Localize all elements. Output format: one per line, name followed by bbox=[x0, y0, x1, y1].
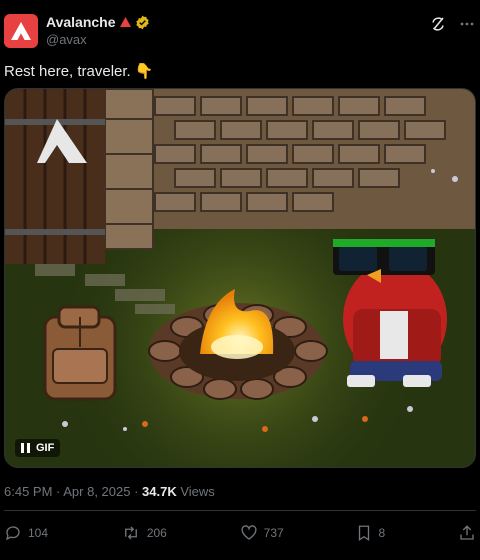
reply-icon bbox=[5, 526, 20, 541]
tweet-actions: 104 206 737 8 bbox=[4, 520, 476, 546]
reply-count: 104 bbox=[28, 526, 49, 540]
reply-button[interactable]: 104 bbox=[4, 524, 48, 542]
share-icon bbox=[460, 525, 474, 540]
author-handle[interactable]: @avax bbox=[46, 32, 87, 47]
gif-controls[interactable]: GIF bbox=[15, 439, 61, 457]
verified-badge-icon bbox=[135, 15, 149, 29]
like-count: 737 bbox=[263, 526, 284, 540]
avalanche-logo-icon bbox=[11, 22, 31, 40]
bookmark-count: 8 bbox=[378, 526, 386, 540]
tweet-media-gif[interactable]: GIF bbox=[4, 88, 476, 468]
like-button[interactable]: 737 bbox=[240, 524, 284, 542]
views-label: Views bbox=[176, 484, 215, 499]
view-count: 34.7K bbox=[142, 484, 177, 499]
tweet-text: Rest here, traveler. 👇 bbox=[4, 63, 154, 80]
tweet-header: Avalanche @avax bbox=[4, 12, 476, 52]
grok-icon[interactable] bbox=[430, 16, 446, 32]
share-button[interactable] bbox=[458, 524, 476, 542]
backpack bbox=[43, 305, 117, 401]
repost-button[interactable]: 206 bbox=[121, 524, 167, 542]
repost-icon bbox=[124, 526, 137, 540]
repost-count: 206 bbox=[146, 526, 167, 540]
pause-icon[interactable] bbox=[21, 443, 30, 453]
tweet-timestamp[interactable]: 6:45 PM · Apr 8, 2025 · bbox=[4, 484, 142, 499]
author-name[interactable]: Avalanche bbox=[46, 14, 116, 30]
pyramid-icon bbox=[119, 17, 131, 27]
campfire-scene-image bbox=[5, 89, 475, 467]
divider bbox=[4, 510, 476, 511]
gif-badge: GIF bbox=[36, 442, 55, 454]
bookmark-button[interactable]: 8 bbox=[356, 524, 385, 542]
bookmark-icon bbox=[359, 525, 370, 542]
tweet-meta: 6:45 PM · Apr 8, 2025 · 34.7K Views bbox=[4, 484, 215, 499]
more-icon[interactable] bbox=[460, 22, 474, 26]
avatar[interactable] bbox=[4, 14, 38, 48]
like-icon bbox=[241, 525, 257, 540]
